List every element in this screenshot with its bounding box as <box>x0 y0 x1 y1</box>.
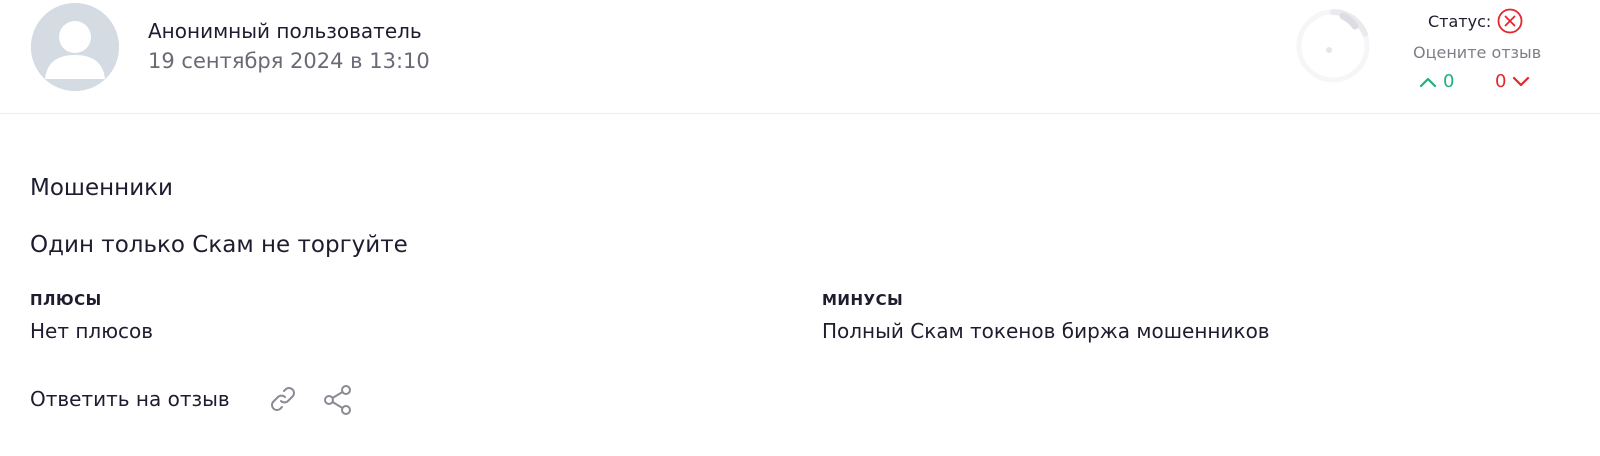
share-icon[interactable] <box>322 384 354 416</box>
review-date: 19 сентября 2024 в 13:10 <box>148 49 430 73</box>
downvote-count: 0 <box>1495 71 1507 92</box>
chevron-up-icon <box>1419 77 1437 88</box>
review-header: Анонимный пользователь 19 сентября 2024 … <box>0 0 1600 114</box>
cons-text: Полный Скам токенов биржа мошенников <box>822 319 1270 343</box>
rate-review-label: Оцените отзыв <box>1413 43 1542 62</box>
upvote-count: 0 <box>1443 71 1455 92</box>
chevron-down-icon <box>1513 76 1530 87</box>
review-card: Анонимный пользователь 19 сентября 2024 … <box>0 0 1600 456</box>
avatar <box>31 3 119 91</box>
pros-text: Нет плюсов <box>30 319 154 343</box>
downvote-button[interactable]: 0 <box>1495 71 1530 93</box>
status: Статус: <box>1428 8 1523 34</box>
author-name: Анонимный пользователь <box>148 19 422 43</box>
link-icon[interactable] <box>268 384 298 414</box>
reply-to-review-link[interactable]: Ответить на отзыв <box>30 387 230 411</box>
rejected-x-circle-icon <box>1497 8 1523 34</box>
review-text: Один только Скам не торгуйте <box>30 232 408 258</box>
status-label: Статус: <box>1428 11 1492 31</box>
upvote-button[interactable]: 0 <box>1419 71 1454 93</box>
review-title: Мошенники <box>30 175 173 201</box>
user-silhouette-icon <box>31 3 119 91</box>
loading-spinner-icon <box>1296 8 1370 83</box>
pros-heading: плюсы <box>30 291 102 309</box>
cons-heading: минусы <box>822 291 904 309</box>
